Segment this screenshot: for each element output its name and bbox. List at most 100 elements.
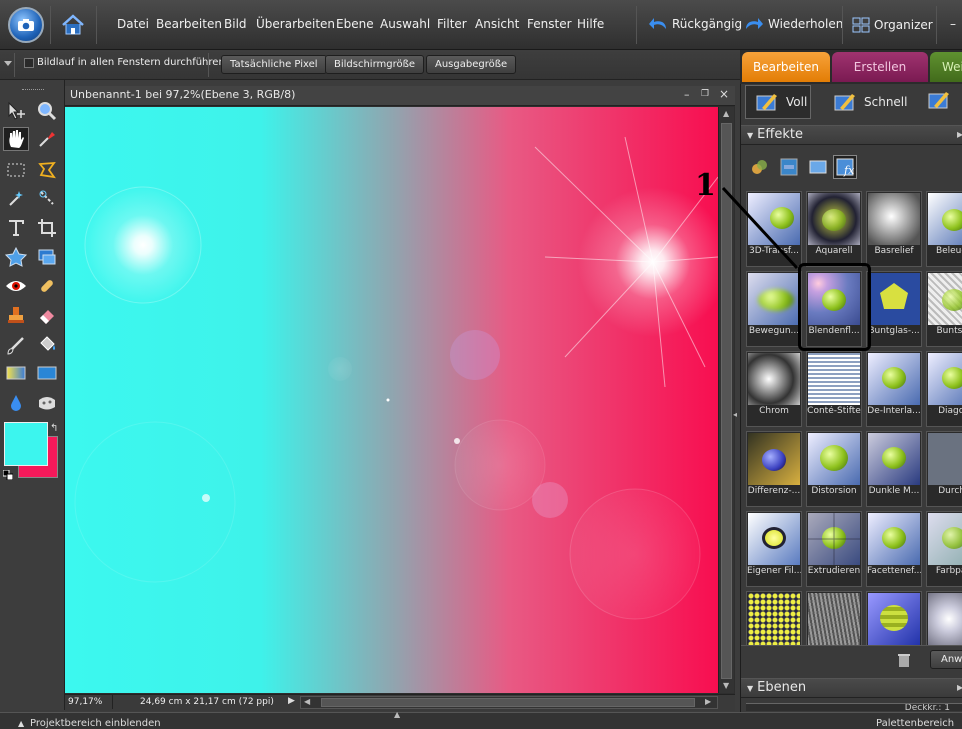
effect-thumbnail[interactable]: De-Interla... xyxy=(866,351,922,427)
scroll-down-icon[interactable]: ▼ xyxy=(723,681,729,690)
shape-tool-icon[interactable] xyxy=(3,245,29,269)
menu-select[interactable]: Auswahl xyxy=(380,17,430,31)
brush-tool-icon[interactable] xyxy=(3,333,29,357)
hand-tool-icon[interactable] xyxy=(3,127,29,151)
effect-thumbnail[interactable]: Differenz-... xyxy=(746,431,802,507)
scroll-left-icon[interactable]: ◀ xyxy=(304,697,310,706)
mode-quick-button[interactable]: Schnell xyxy=(834,92,907,112)
sponge-tool-icon[interactable] xyxy=(34,391,60,415)
doc-minimize-icon[interactable]: – xyxy=(684,88,690,101)
menu-edit[interactable]: Bearbeiten xyxy=(156,17,222,31)
actual-pixels-button[interactable]: Tatsächliche Pixel xyxy=(221,55,327,74)
effect-thumbnail[interactable] xyxy=(926,591,962,645)
scroll-up-icon[interactable]: ▲ xyxy=(723,109,729,118)
undo-button[interactable]: Rückgängig xyxy=(648,17,742,31)
menu-window[interactable]: Fenster xyxy=(527,17,572,31)
color-swatch-tool-icon[interactable] xyxy=(34,361,60,385)
doc-close-icon[interactable]: × xyxy=(719,87,729,101)
redo-button[interactable]: Wiederholen xyxy=(744,17,843,31)
effects-panel-header[interactable]: ▼ Effekte xyxy=(741,125,962,145)
effect-thumbnail[interactable] xyxy=(746,591,802,645)
app-logo-icon[interactable] xyxy=(8,7,44,43)
minimize-button[interactable]: – xyxy=(950,17,956,31)
blur-tool-icon[interactable] xyxy=(3,391,29,415)
doc-restore-icon[interactable]: ❐ xyxy=(701,89,709,99)
status-menu-arrow-icon[interactable]: ▶ xyxy=(288,696,295,706)
guided-edit-icon[interactable] xyxy=(928,90,952,112)
gradient-tool-icon[interactable] xyxy=(3,361,29,385)
effects-collapse-icon[interactable]: ▼ xyxy=(747,131,753,140)
effect-thumbnail[interactable]: Beleuch xyxy=(926,191,962,267)
menu-image[interactable]: Bild xyxy=(224,17,247,31)
layer-styles-category-icon[interactable] xyxy=(779,157,799,177)
mode-full-button[interactable]: Voll xyxy=(745,85,811,119)
effect-thumbnail[interactable]: Extrudieren xyxy=(806,511,862,587)
effect-thumbnail[interactable]: Farbpap xyxy=(926,511,962,587)
apply-effect-button[interactable]: Anw xyxy=(930,650,962,669)
effect-thumbnail[interactable]: Eigener Fil... xyxy=(746,511,802,587)
effect-thumbnail[interactable]: Bewegun... xyxy=(746,271,802,347)
effect-thumbnail[interactable]: Facettenef... xyxy=(866,511,922,587)
photo-effects-category-icon[interactable] xyxy=(808,157,828,177)
effect-thumbnail[interactable]: Aquarell xyxy=(806,191,862,267)
project-bin-arrow-icon[interactable]: ▲ xyxy=(18,719,24,728)
cookie-cutter-tool-icon[interactable] xyxy=(34,245,60,269)
image-canvas[interactable] xyxy=(65,107,718,693)
print-size-button[interactable]: Ausgabegröße xyxy=(426,55,517,74)
project-bin-toggle[interactable]: Projektbereich einblenden xyxy=(30,718,161,729)
horizontal-scroll-thumb[interactable] xyxy=(321,698,695,707)
eyedropper-tool-icon[interactable] xyxy=(34,127,60,151)
effects-panel-menu-icon[interactable]: ▸ xyxy=(957,127,962,141)
clone-stamp-tool-icon[interactable] xyxy=(3,303,29,327)
type-tool-icon[interactable] xyxy=(3,216,29,240)
effect-thumbnail[interactable]: Buntstif xyxy=(926,271,962,347)
effect-thumbnail[interactable] xyxy=(806,591,862,645)
screen-size-button[interactable]: Bildschirmgröße xyxy=(325,55,425,74)
layers-panel-menu-icon[interactable]: ▸ xyxy=(957,680,962,694)
panel-resize-grip-icon[interactable]: ▲ xyxy=(394,710,400,719)
move-tool-icon[interactable] xyxy=(3,99,29,123)
all-effects-category-icon[interactable]: fx xyxy=(833,155,857,179)
paint-bucket-tool-icon[interactable] xyxy=(34,333,60,357)
menu-layer[interactable]: Ebene xyxy=(336,17,374,31)
filters-category-icon[interactable] xyxy=(750,157,770,177)
effect-thumbnail[interactable]: Basrelief xyxy=(866,191,922,267)
tab-create[interactable]: Erstellen xyxy=(832,52,928,82)
effect-thumbnail[interactable]: Chrom xyxy=(746,351,802,427)
zoom-level[interactable]: 97,17% xyxy=(68,697,102,707)
crop-tool-icon[interactable] xyxy=(34,216,60,240)
menu-enhance[interactable]: Überarbeiten xyxy=(256,17,335,31)
swap-colors-icon[interactable]: ↰ xyxy=(50,423,58,434)
home-icon[interactable] xyxy=(58,10,88,40)
menu-view[interactable]: Ansicht xyxy=(475,17,519,31)
trash-icon[interactable] xyxy=(897,652,911,668)
menu-file[interactable]: Datei xyxy=(117,17,149,31)
menu-help[interactable]: Hilfe xyxy=(577,17,604,31)
red-eye-tool-icon[interactable] xyxy=(3,274,29,298)
healing-brush-tool-icon[interactable] xyxy=(34,274,60,298)
scroll-right-icon[interactable]: ▶ xyxy=(705,697,711,706)
default-colors-icon[interactable] xyxy=(2,469,14,481)
tab-share[interactable]: Wei xyxy=(930,52,962,82)
effect-thumbnail[interactable]: Distorsion xyxy=(806,431,862,507)
eraser-tool-icon[interactable] xyxy=(34,303,60,327)
toolbox-grip[interactable] xyxy=(22,89,44,91)
menu-filter[interactable]: Filter xyxy=(437,17,467,31)
effect-thumbnail[interactable]: Conté-Stifte xyxy=(806,351,862,427)
lasso-tool-icon[interactable] xyxy=(34,158,60,182)
effect-thumbnail[interactable]: Dunkle M... xyxy=(866,431,922,507)
tab-edit[interactable]: Bearbeiten xyxy=(742,52,830,82)
horizontal-scrollbar[interactable]: ◀ ▶ xyxy=(300,696,718,709)
collapse-panel-icon[interactable]: ◂ xyxy=(733,410,739,440)
zoom-tool-icon[interactable] xyxy=(34,99,60,123)
effect-thumbnail[interactable] xyxy=(866,591,922,645)
scroll-all-windows-checkbox[interactable] xyxy=(24,58,34,68)
organizer-button[interactable]: Organizer xyxy=(852,17,933,33)
tool-preset-dropdown-icon[interactable] xyxy=(4,61,12,66)
quick-selection-tool-icon[interactable] xyxy=(34,186,60,210)
effect-thumbnail[interactable]: Diagon xyxy=(926,351,962,427)
magic-wand-tool-icon[interactable] xyxy=(3,186,29,210)
layers-collapse-icon[interactable]: ▼ xyxy=(747,684,753,693)
layers-panel-header[interactable]: ▼ Ebenen xyxy=(741,678,962,698)
effect-thumbnail[interactable]: Durchs xyxy=(926,431,962,507)
